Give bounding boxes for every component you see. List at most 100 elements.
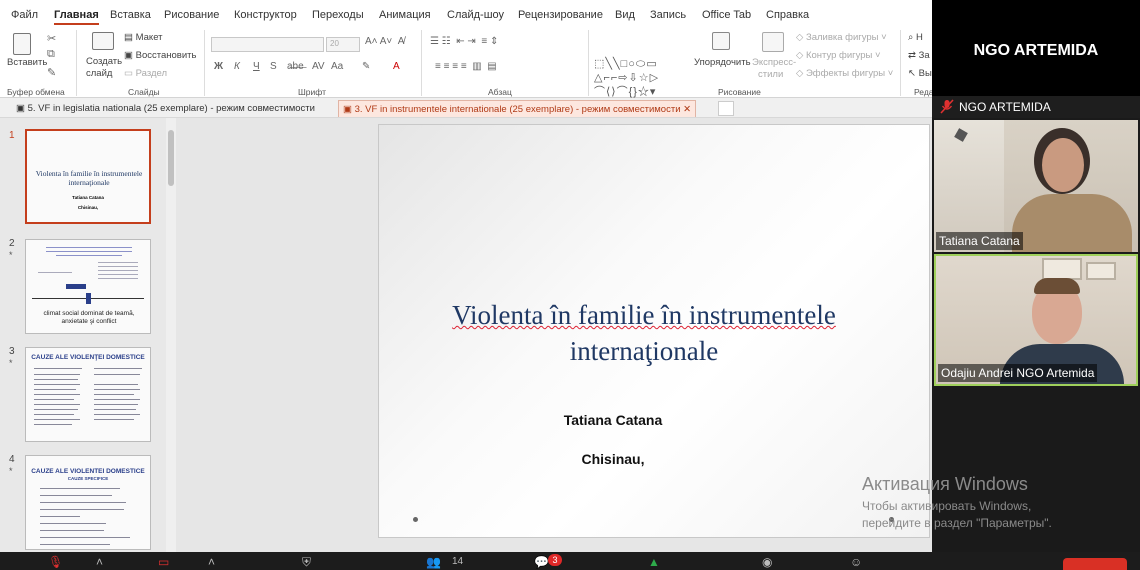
participants-icon[interactable]: 👥 [426,555,441,569]
thumb-city: Chisinau, [77,205,99,210]
document-tab-bar: ▣ 5. VF in legislatia nationala (25 exem… [0,98,932,118]
reset-button[interactable]: ▣ Восстановить [124,50,196,61]
shadow-button[interactable]: S [270,61,277,72]
mute-button[interactable]: 🎙 [48,555,63,569]
reactions-icon[interactable]: ☺ [850,555,862,569]
document-tab[interactable]: ▣ 5. VF in legislatia nationala (25 exem… [12,100,319,117]
tab-record[interactable]: Запись [650,9,686,21]
underline-button[interactable]: Ч [253,61,260,72]
italic-button[interactable]: К [234,61,240,72]
font-name-box[interactable] [211,37,324,52]
arrange-button[interactable]: Упорядочить [694,57,751,68]
tab-insert[interactable]: Вставка [110,9,151,21]
slide-thumbnail-1[interactable]: Violenta în familie în instrumentele int… [25,129,151,224]
watermark-title: Активация Windows [862,474,1028,494]
new-tab-button[interactable] [718,101,734,116]
video-tile-active[interactable]: Odajiu Andrei NGO Artemida [934,254,1138,386]
copy-icon[interactable]: ⧉ [47,48,55,61]
font-size-buttons[interactable]: A˄ A˅ A̸ [365,36,404,47]
spacing-button[interactable]: AV [312,61,325,72]
layout-label: Макет [135,32,163,43]
thumbnails-scrollbar[interactable] [166,118,176,552]
video-tile[interactable]: Tatiana Catana [934,120,1138,252]
thumb-text-line [94,368,142,369]
slide-thumbnail-2[interactable]: climat social dominat de teamă, anxietat… [25,239,151,334]
quick-styles-button-line2[interactable]: стили [758,69,783,80]
shape-fill-button[interactable]: ◇ Заливка фигуры ˅ [796,32,887,43]
slide-author[interactable]: Tatiana Catana [379,412,847,428]
find-button[interactable]: ⌕ Н [908,32,923,43]
thumb-text-line [56,255,122,256]
tab-view[interactable]: Вид [615,9,635,21]
paste-icon[interactable] [13,33,31,55]
thumb-author: Tatiana Catana [72,195,104,200]
thumb-text-line [98,274,138,275]
chevron-up-icon[interactable]: ˄ [96,555,103,569]
slide-thumbnail-3[interactable]: CAUZE ALE VIOLENŢEI DOMESTICE [25,347,151,442]
group-label-drawing: Рисование [718,87,761,97]
tab-design[interactable]: Конструктор [234,9,297,21]
slide-title[interactable]: Violenta în familie în instrumentele int… [409,297,879,369]
align-icons[interactable]: ≡ ≡ ≡ ≡ ▥ ▤ [435,61,497,72]
highlight-icon[interactable]: ✎ [362,61,370,72]
strikethrough-button[interactable]: a̶b̶e̶ [287,61,304,72]
shapes-gallery-icon[interactable]: ⬚╲╲□○⬭▭ △⌐⌐⇨⇩☆▷ ⌒⟨⟩⌒{}☆▾ [594,57,690,103]
slide-thumbnail-4[interactable]: CAUZE ALE VIOLENTEI DOMESTICE CAUZE SPEC… [25,455,151,550]
shape-effects-button[interactable]: ◇ Эффекты фигуры ˅ [796,68,893,79]
paste-button[interactable]: Вставить [7,57,47,68]
shape-outline-label: Контур фигуры [805,50,873,61]
bullets-icon[interactable]: ☰ ☷ ⇤ ⇥ ≡ ⇕ [430,36,498,47]
divider [204,30,205,96]
quick-styles-icon[interactable] [762,32,784,52]
thumb-text-line [34,399,74,400]
replace-button[interactable]: ⇄ За [908,50,930,61]
tab-draw[interactable]: Рисование [164,9,219,21]
new-slide-icon[interactable] [92,32,114,50]
section-button[interactable]: ▭ Раздел [124,68,167,79]
thumb-text-line [34,384,80,385]
new-slide-button[interactable]: Создать [86,56,122,67]
document-tab-active[interactable]: ▣ 3. VF in instrumentele internationale … [338,100,697,117]
slide-title-line1: Violenta în familie în instrumentele [452,300,836,330]
format-painter-icon[interactable]: ✎ [47,66,56,79]
tab-review[interactable]: Рецензирование [518,9,603,21]
chat-icon[interactable]: 💬 [534,555,549,569]
thumb-text-line [40,488,120,489]
cut-icon[interactable]: ✂ [47,32,56,45]
share-screen-button[interactable]: ▲ [648,555,660,569]
tab-animations[interactable]: Анимация [379,9,431,21]
group-label-slides: Слайды [128,87,160,97]
tab-slideshow[interactable]: Слайд-шоу [447,9,504,21]
tab-file[interactable]: Файл [11,9,38,21]
select-button[interactable]: ↖ Вы [908,68,932,79]
replace-label: За [918,50,930,61]
tab-home[interactable]: Главная [54,9,99,25]
tab-office-tab[interactable]: Office Tab [702,9,751,21]
layout-button[interactable]: ▤ Макет [124,32,163,43]
quick-styles-button[interactable]: Экспресс- [752,57,796,68]
font-size-box[interactable]: 20 [326,37,360,52]
slide-city[interactable]: Chisinau, [379,451,847,467]
security-icon[interactable]: ⛨ [302,555,311,570]
tab-help[interactable]: Справка [766,9,809,21]
change-case-button[interactable]: Aa [331,61,343,72]
close-tab-icon[interactable]: ✕ [683,104,691,115]
current-slide[interactable]: Violenta în familie în instrumentele int… [378,124,930,538]
shape-effects-label: Эффекты фигуры [805,68,886,79]
font-color-button[interactable]: A [393,61,400,72]
end-meeting-button[interactable] [1063,558,1127,570]
screen: Файл Главная Вставка Рисование Конструкт… [0,0,1140,570]
tab-transitions[interactable]: Переходы [312,9,364,21]
thumb-text-line [94,384,138,385]
record-icon[interactable]: ◉ [762,555,772,569]
thumb-text-line [94,399,140,400]
meeting-title: NGO ARTEMIDA [973,42,1099,59]
scrollbar-thumb[interactable] [168,130,174,186]
thumb-text-line [40,537,130,538]
bold-button[interactable]: Ж [214,61,223,72]
chevron-up-icon[interactable]: ˄ [208,555,215,569]
new-slide-button-line2[interactable]: слайд [86,68,112,79]
arrange-icon[interactable] [712,32,730,50]
shape-outline-button[interactable]: ◇ Контур фигуры ˅ [796,50,881,61]
start-video-button[interactable]: ▭ [158,555,169,569]
